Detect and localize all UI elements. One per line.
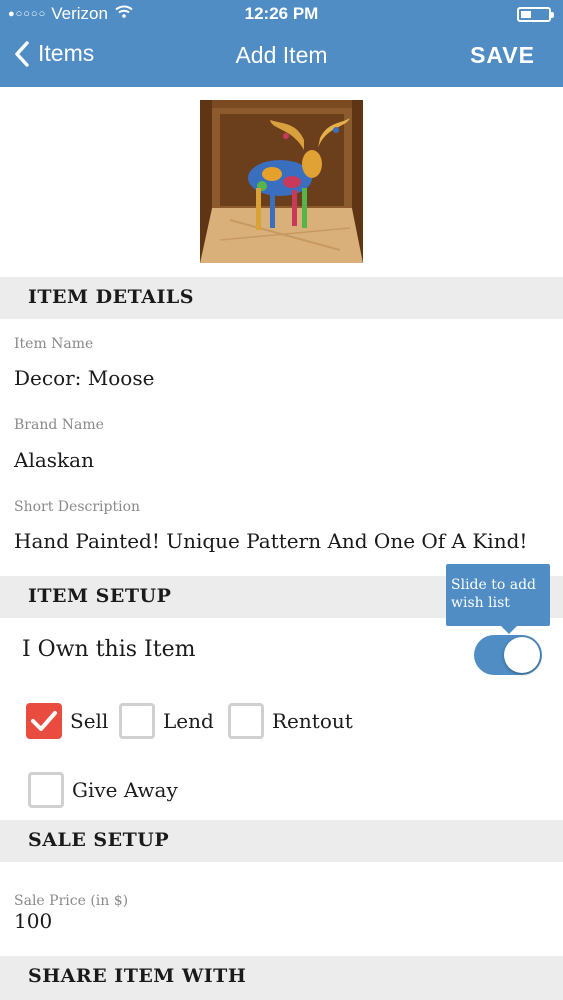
wish-list-tooltip: Slide to add wish list (446, 564, 550, 634)
checkbox-icon (119, 703, 155, 739)
section-title: SALE SETUP (28, 829, 170, 851)
rentout-checkbox[interactable]: Rentout (228, 703, 353, 739)
own-item-label: I Own this Item (22, 637, 196, 662)
item-name-label: Item Name (14, 336, 94, 352)
item-name-field[interactable]: Decor: Moose (14, 366, 154, 390)
tooltip-text: Slide to add wish list (451, 577, 537, 611)
lend-label: Lend (163, 709, 214, 733)
checkbox-icon (28, 772, 64, 808)
navigation-bar: Items Add Item SAVE (0, 36, 563, 80)
top-bar: ●○○○○ Verizon 12:26 PM Items Add Item SA… (0, 0, 563, 87)
section-title: SHARE ITEM WITH (28, 965, 247, 987)
checkbox-icon (228, 703, 264, 739)
item-photo[interactable] (200, 100, 363, 263)
status-bar: ●○○○○ Verizon 12:26 PM (0, 0, 563, 28)
section-title: ITEM SETUP (28, 585, 172, 607)
sell-label: Sell (70, 709, 109, 733)
battery-icon (517, 7, 554, 22)
brand-name-label: Brand Name (14, 417, 104, 433)
section-header-item-details: ITEM DETAILS (0, 277, 563, 319)
section-header-share-item-with: SHARE ITEM WITH (0, 956, 563, 1000)
give-away-checkbox[interactable]: Give Away (28, 772, 178, 808)
section-header-sale-setup: SALE SETUP (0, 820, 563, 862)
toggle-knob (504, 637, 540, 673)
short-description-label: Short Description (14, 499, 141, 515)
sale-price-field[interactable]: 100 (14, 909, 52, 933)
give-away-label: Give Away (72, 778, 178, 802)
save-button[interactable]: SAVE (470, 42, 535, 69)
sale-price-label: Sale Price (in $) (14, 893, 129, 909)
rentout-label: Rentout (272, 709, 353, 733)
short-description-field[interactable]: Hand Painted! Unique Pattern And One Of … (14, 529, 527, 553)
clock: 12:26 PM (244, 4, 319, 23)
section-title: ITEM DETAILS (28, 286, 194, 308)
own-item-toggle[interactable] (474, 635, 542, 675)
lend-checkbox[interactable]: Lend (119, 703, 214, 739)
sell-checkbox[interactable]: Sell (26, 703, 108, 739)
brand-name-field[interactable]: Alaskan (14, 448, 94, 472)
checkbox-checked-icon (26, 703, 62, 739)
